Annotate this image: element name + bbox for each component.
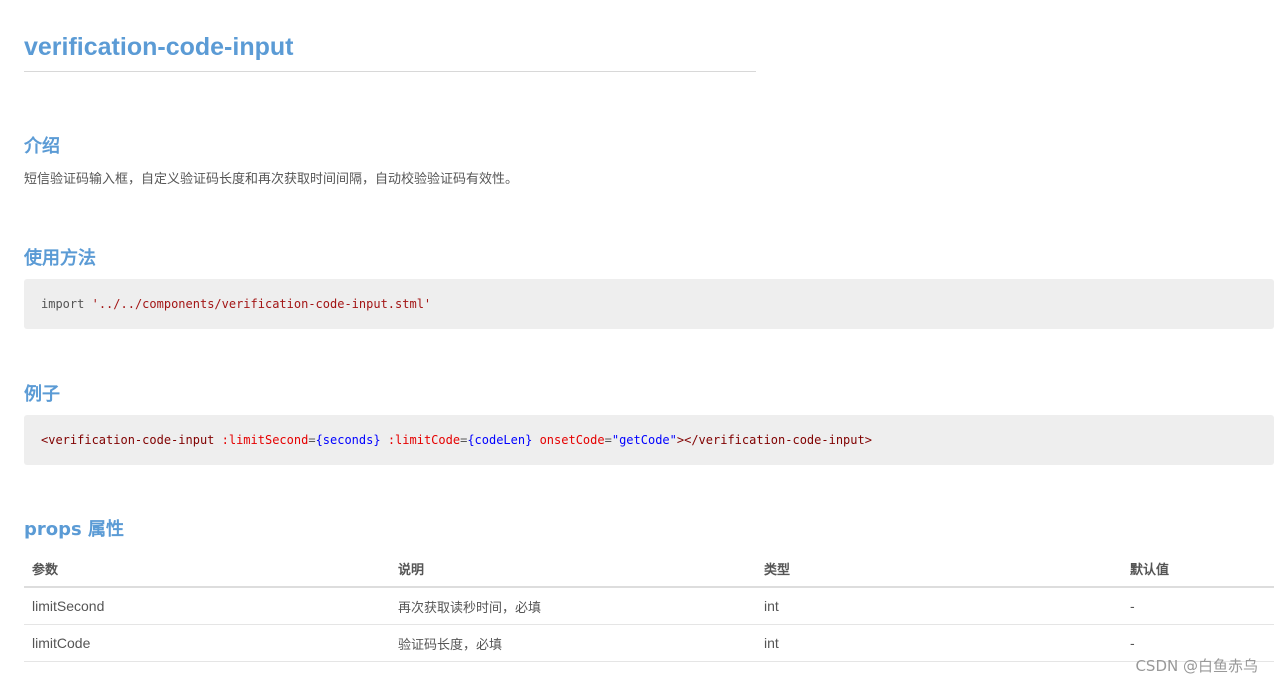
cell-param: limitSecond — [24, 587, 390, 625]
code-value-codelen: {codeLen} — [467, 433, 533, 447]
usage-code-block: import '../../components/verification-co… — [24, 279, 1274, 329]
code-attr-onsetcode: onsetCode — [539, 433, 605, 447]
table-header-row: 参数 说明 类型 默认值 — [24, 551, 1274, 588]
cell-description: 再次获取读秒时间，必填 — [390, 587, 756, 625]
code-close-tag: ></verification-code-input> — [676, 433, 872, 447]
props-table: 参数 说明 类型 默认值 limitSecond 再次获取读秒时间，必填 int… — [24, 551, 1274, 662]
code-attr-limitcode: :limitCode — [387, 433, 461, 447]
doc-page: verification-code-input 介绍 短信验证码输入框，自定义验… — [0, 0, 1274, 683]
page-title: verification-code-input — [24, 33, 294, 61]
column-header-param: 参数 — [24, 551, 390, 588]
cell-description: 验证码长度，必填 — [390, 624, 756, 662]
table-row: limitSecond 再次获取读秒时间，必填 int - — [24, 587, 1274, 625]
example-heading: 例子 — [24, 384, 60, 405]
code-value-getcode: "getCode" — [611, 433, 677, 447]
code-open-tag: <verification-code-input — [41, 433, 215, 447]
intro-heading: 介绍 — [24, 136, 60, 157]
cell-param: limitCode — [24, 624, 390, 662]
code-value-seconds: {seconds} — [315, 433, 381, 447]
code-attr-limitsecond: :limitSecond — [221, 433, 309, 447]
usage-heading: 使用方法 — [24, 248, 96, 269]
example-code-block: <verification-code-input :limitSecond={s… — [24, 415, 1274, 465]
cell-type: int — [756, 624, 1122, 662]
cell-type: int — [756, 587, 1122, 625]
title-divider — [24, 71, 756, 72]
column-header-description: 说明 — [390, 551, 756, 588]
table-row: limitCode 验证码长度，必填 int - — [24, 624, 1274, 662]
column-header-default: 默认值 — [1122, 551, 1274, 588]
csdn-watermark: CSDN @白鱼赤乌 — [1135, 657, 1258, 675]
props-heading: props 属性 — [24, 519, 124, 540]
code-string: '../../components/verification-code-inpu… — [91, 297, 432, 311]
column-header-type: 类型 — [756, 551, 1122, 588]
cell-default: - — [1122, 587, 1274, 625]
code-keyword: import — [41, 297, 85, 311]
intro-text: 短信验证码输入框，自定义验证码长度和再次获取时间间隔，自动校验验证码有效性。 — [24, 172, 519, 187]
